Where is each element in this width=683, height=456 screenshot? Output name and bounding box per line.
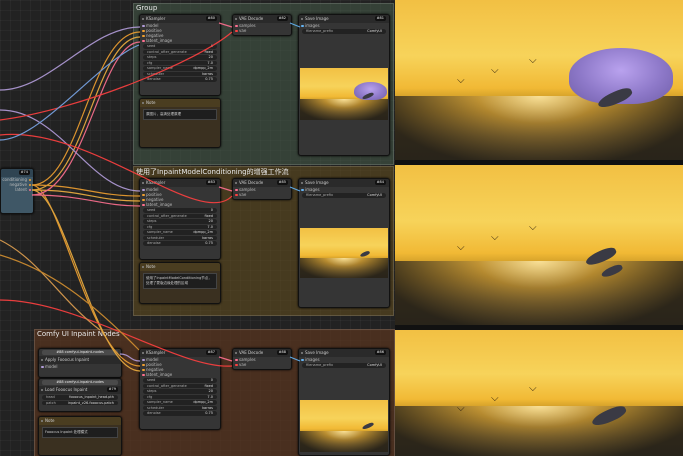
result-image-1: ⌵ ⌵ ⌵ — [395, 0, 683, 160]
bird-icon: ⌵ — [491, 232, 499, 243]
bird-icon: ⌵ — [529, 55, 537, 66]
bird-icon: ⌵ — [457, 403, 465, 414]
bird-icon: ⌵ — [457, 242, 465, 253]
bird-icon: ⌵ — [491, 393, 499, 404]
image-comparison-panel: ⌵ ⌵ ⌵ ⌵ ⌵ ⌵ ⌵ ⌵ ⌵ — [395, 0, 683, 456]
bird-icon: ⌵ — [491, 65, 499, 76]
bird-icon: ⌵ — [529, 222, 537, 233]
result-image-3: ⌵ ⌵ ⌵ — [395, 330, 683, 456]
connection-wires — [0, 22, 301, 372]
bird-icon: ⌵ — [529, 383, 537, 394]
node-graph-canvas[interactable]: Group 使用了InpaintModelConditioning的增强工作流 … — [0, 0, 395, 456]
result-image-2: ⌵ ⌵ ⌵ — [395, 165, 683, 325]
bird-icon: ⌵ — [457, 75, 465, 86]
